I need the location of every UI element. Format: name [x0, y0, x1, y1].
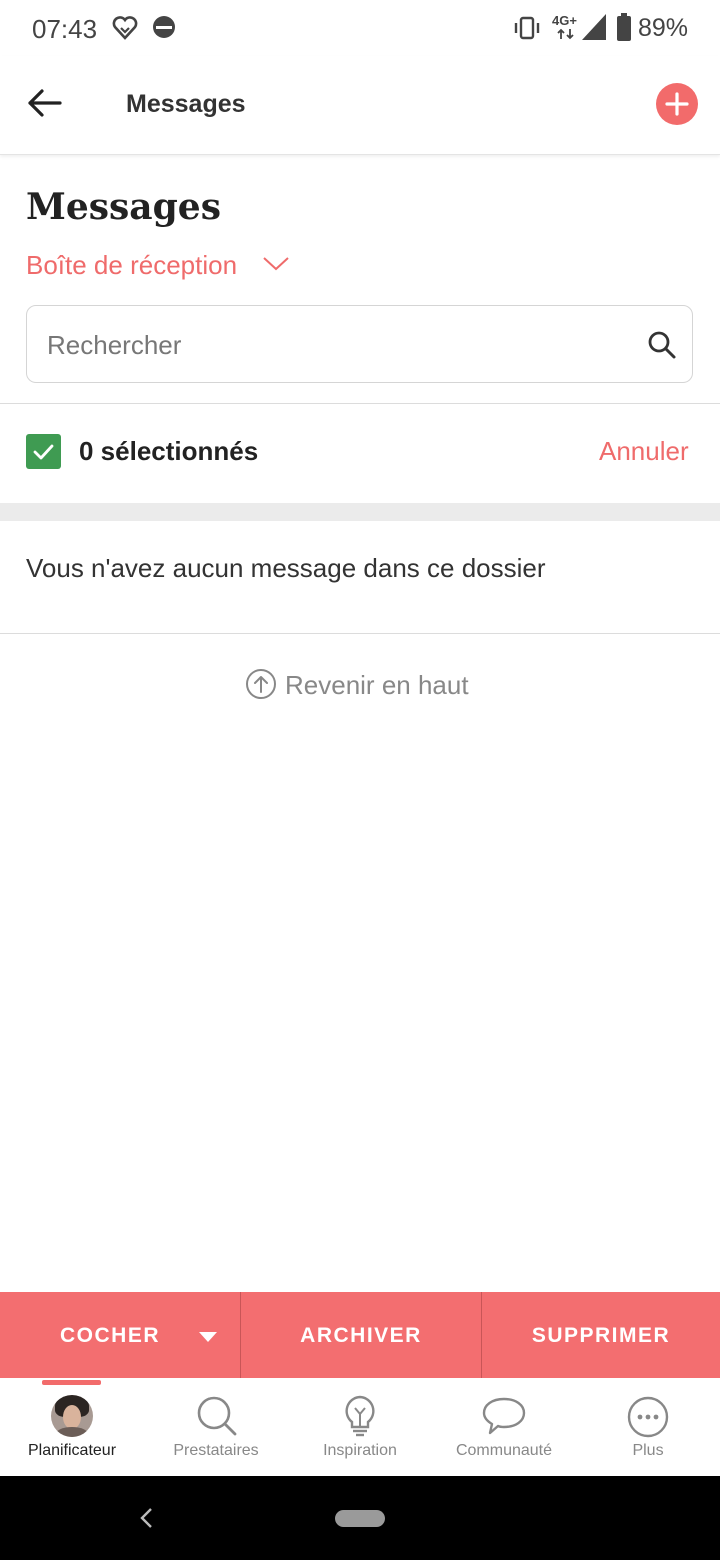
vibrate-icon	[514, 16, 540, 40]
back-to-top-link[interactable]: Revenir en haut	[285, 670, 469, 701]
app-bar-title: Messages	[126, 90, 246, 118]
plus-circle-icon	[665, 92, 689, 116]
folder-selector[interactable]: Boîte de réception	[26, 250, 237, 281]
app-bar: Messages	[0, 56, 720, 155]
circle-half-icon	[153, 16, 175, 38]
search-icon	[197, 1396, 237, 1436]
status-bar: 07:43 4G+ 89%	[0, 0, 720, 56]
selected-count: 0 sélectionnés	[79, 436, 259, 466]
arrow-left-icon[interactable]	[26, 87, 62, 119]
system-home-button[interactable]	[335, 1510, 385, 1527]
signal-icon	[582, 14, 606, 40]
checkmark-icon	[33, 444, 54, 460]
check-button-label: COCHER	[60, 1324, 161, 1347]
empty-message: Vous n'avez aucun message dans ce dossie…	[26, 553, 546, 583]
search-icon[interactable]	[647, 330, 677, 360]
nav-label: Planificateur	[27, 1442, 117, 1459]
more-dots-icon	[627, 1396, 669, 1438]
nav-item-plus[interactable]: Plus	[576, 1378, 720, 1476]
search-box	[26, 305, 693, 383]
battery-icon	[617, 13, 631, 41]
select-all-checkbox[interactable]	[26, 434, 61, 469]
bottom-nav: Planificateur Prestataires Inspiration C…	[0, 1378, 720, 1476]
status-time: 07:43	[32, 14, 98, 44]
nav-label: Communauté	[455, 1442, 553, 1459]
nav-item-inspiration[interactable]: Inspiration	[288, 1378, 432, 1476]
delete-button[interactable]: SUPPRIMER	[482, 1292, 720, 1378]
add-message-button[interactable]	[656, 83, 698, 125]
nav-label: Prestataires	[173, 1442, 259, 1459]
data-arrows-icon	[557, 28, 574, 40]
network-type: 4G+	[552, 13, 577, 28]
nav-item-communaute[interactable]: Communauté	[432, 1378, 576, 1476]
divider	[0, 633, 720, 634]
section-separator	[0, 503, 720, 521]
system-back-icon[interactable]	[139, 1507, 155, 1529]
page-title: Messages	[26, 186, 221, 228]
chat-bubble-icon	[482, 1397, 526, 1435]
divider	[0, 403, 720, 404]
nav-label: Plus	[632, 1442, 664, 1459]
search-input[interactable]	[45, 324, 629, 366]
active-tab-indicator	[42, 1380, 101, 1385]
nav-label: Inspiration	[323, 1442, 397, 1459]
check-button[interactable]: COCHER	[0, 1292, 240, 1378]
nav-item-prestataires[interactable]: Prestataires	[144, 1378, 288, 1476]
heart-outline-icon	[112, 16, 138, 40]
bulk-action-bar: COCHER ARCHIVER SUPPRIMER	[0, 1292, 720, 1378]
lightbulb-icon	[345, 1395, 375, 1437]
archive-button[interactable]: ARCHIVER	[241, 1292, 481, 1378]
avatar	[51, 1395, 93, 1437]
arrow-up-circle-icon[interactable]	[245, 667, 277, 701]
nav-item-planificateur[interactable]: Planificateur	[0, 1378, 144, 1476]
battery-level: 89%	[638, 14, 689, 42]
caret-down-icon	[199, 1332, 217, 1342]
cancel-selection-button[interactable]: Annuler	[599, 436, 689, 467]
chevron-down-icon[interactable]	[262, 254, 290, 272]
